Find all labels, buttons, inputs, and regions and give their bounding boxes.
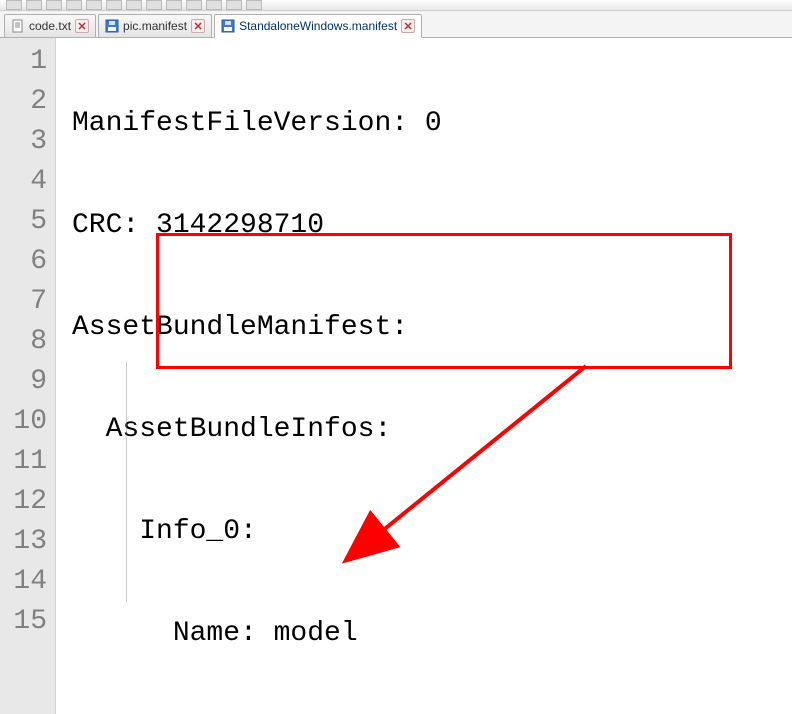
code-line: ManifestFileVersion: 0 xyxy=(72,104,792,144)
tab-label: pic.manifest xyxy=(123,19,187,33)
line-number: 5 xyxy=(0,202,55,242)
toolbar-btn[interactable] xyxy=(6,0,22,10)
line-number: 11 xyxy=(0,442,55,482)
toolbar-btn[interactable] xyxy=(146,0,162,10)
toolbar-btn[interactable] xyxy=(86,0,102,10)
code-line: CRC: 3142298710 xyxy=(72,206,792,246)
save-icon xyxy=(105,19,119,33)
toolbar-btn[interactable] xyxy=(226,0,242,10)
fold-guide xyxy=(126,362,127,602)
line-number: 4 xyxy=(0,162,55,202)
toolbar-btn[interactable] xyxy=(206,0,222,10)
close-icon[interactable]: ✕ xyxy=(75,19,89,33)
line-number: 13 xyxy=(0,522,55,562)
line-number: 8 xyxy=(0,322,55,362)
code-line: AssetBundleInfos: xyxy=(72,410,792,450)
line-number: 10 xyxy=(0,402,55,442)
tab-pic-manifest[interactable]: pic.manifest ✕ xyxy=(98,14,212,37)
line-number: 12 xyxy=(0,482,55,522)
tab-label: code.txt xyxy=(29,19,71,33)
editor: 1 2 3 4 5 6 7 8 9 10 11 12 13 14 15 Mani… xyxy=(0,38,792,714)
code-line: Info_0: xyxy=(72,512,792,552)
line-number: 7 xyxy=(0,282,55,322)
close-icon[interactable]: ✕ xyxy=(401,19,415,33)
file-icon xyxy=(11,19,25,33)
code-area[interactable]: ManifestFileVersion: 0 CRC: 3142298710 A… xyxy=(56,38,792,714)
toolbar-btn[interactable] xyxy=(166,0,182,10)
toolbar-btn[interactable] xyxy=(46,0,62,10)
toolbar xyxy=(0,0,792,11)
line-number: 6 xyxy=(0,242,55,282)
toolbar-btn[interactable] xyxy=(186,0,202,10)
toolbar-btn[interactable] xyxy=(66,0,82,10)
line-number: 1 xyxy=(0,42,55,82)
save-icon xyxy=(221,19,235,33)
line-number-gutter: 1 2 3 4 5 6 7 8 9 10 11 12 13 14 15 xyxy=(0,38,56,714)
tab-standalonewindows-manifest[interactable]: StandaloneWindows.manifest ✕ xyxy=(214,14,422,38)
toolbar-btn[interactable] xyxy=(106,0,122,10)
line-number: 2 xyxy=(0,82,55,122)
tab-label: StandaloneWindows.manifest xyxy=(239,19,397,33)
line-number: 9 xyxy=(0,362,55,402)
tab-bar: code.txt ✕ pic.manifest ✕ StandaloneWind… xyxy=(0,11,792,38)
line-number: 14 xyxy=(0,562,55,602)
annotation-box xyxy=(156,233,732,369)
line-number: 3 xyxy=(0,122,55,162)
code-line: AssetBundleManifest: xyxy=(72,308,792,348)
toolbar-btn[interactable] xyxy=(126,0,142,10)
close-icon[interactable]: ✕ xyxy=(191,19,205,33)
toolbar-btn[interactable] xyxy=(246,0,262,10)
line-number: 15 xyxy=(0,602,55,642)
code-line: Name: model xyxy=(72,614,792,654)
tab-code-txt[interactable]: code.txt ✕ xyxy=(4,14,96,37)
toolbar-btn[interactable] xyxy=(26,0,42,10)
toolbar-icons xyxy=(0,0,792,10)
